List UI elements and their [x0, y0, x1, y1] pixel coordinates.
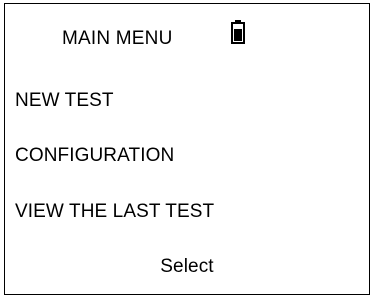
- menu-item-configuration[interactable]: CONFIGURATION: [15, 145, 174, 167]
- menu-item-view-last-test[interactable]: VIEW THE LAST TEST: [15, 201, 214, 223]
- select-softkey[interactable]: Select: [5, 256, 369, 278]
- battery-icon: [231, 20, 245, 44]
- device-screen: MAIN MENU NEW TEST CONFIGURATION VIEW TH…: [4, 3, 370, 295]
- page-title: MAIN MENU: [62, 28, 173, 49]
- menu-header: MAIN MENU: [5, 20, 369, 66]
- menu-item-new-test[interactable]: NEW TEST: [15, 90, 114, 112]
